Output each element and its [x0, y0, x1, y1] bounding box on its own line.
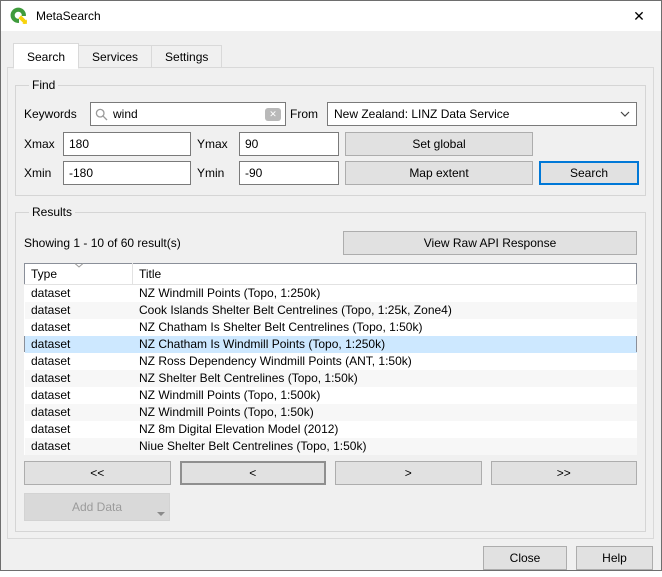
set-global-button[interactable]: Set global [345, 132, 533, 156]
xmax-value: 180 [69, 137, 89, 151]
map-extent-button[interactable]: Map extent [345, 161, 533, 185]
page-last-button[interactable]: >> [491, 461, 638, 485]
keywords-value[interactable]: wind [113, 107, 265, 121]
close-icon[interactable]: ✕ [617, 1, 661, 31]
ymin-value: -90 [245, 166, 262, 180]
qgis-logo-icon [10, 7, 28, 25]
view-raw-api-response-button[interactable]: View Raw API Response [343, 231, 637, 255]
ymax-field[interactable]: 90 [239, 132, 339, 156]
results-group-label: Results [29, 205, 75, 219]
cell-type[interactable]: dataset [25, 370, 133, 387]
table-row[interactable]: dataset NZ Windmill Points (Topo, 1:250k… [25, 285, 637, 302]
results-group: Results Showing 1 - 10 of 60 result(s) V… [15, 205, 646, 532]
metasearch-dialog: MetaSearch ✕ Search Services Settings Fi… [0, 0, 662, 571]
cell-title[interactable]: NZ Windmill Points (Topo, 1:500k) [133, 387, 637, 404]
from-label: From [290, 107, 318, 121]
cell-title[interactable]: NZ 8m Digital Elevation Model (2012) [133, 421, 637, 438]
search-icon [95, 108, 108, 121]
cell-type[interactable]: dataset [25, 285, 133, 302]
close-button[interactable]: Close [483, 546, 567, 570]
search-tab-page: Find Keywords wind ✕ From New Zealand: L… [7, 67, 654, 539]
chevron-down-icon [620, 111, 630, 117]
ymax-label: Ymax [197, 137, 233, 151]
xmin-field[interactable]: -180 [63, 161, 191, 185]
sort-indicator-icon [74, 263, 83, 268]
tabbar: Search Services Settings [14, 45, 661, 68]
page-next-button[interactable]: > [335, 461, 482, 485]
cell-type[interactable]: dataset [25, 404, 133, 421]
results-table: Type Title dataset NZ Windmill Points (T… [24, 263, 637, 455]
page-first-button[interactable]: << [24, 461, 171, 485]
table-row[interactable]: dataset NZ Shelter Belt Centrelines (Top… [25, 370, 637, 387]
column-label-title: Title [139, 267, 161, 281]
cell-title[interactable]: NZ Chatham Is Shelter Belt Centrelines (… [133, 319, 637, 336]
dialog-footer: Close Help [1, 539, 661, 577]
column-header-title[interactable]: Title [133, 264, 637, 285]
cell-type[interactable]: dataset [25, 387, 133, 404]
keywords-input[interactable]: wind ✕ [90, 102, 286, 126]
table-row[interactable]: dataset NZ Windmill Points (Topo, 1:50k) [25, 404, 637, 421]
ymin-field[interactable]: -90 [239, 161, 339, 185]
keywords-label: Keywords [24, 107, 90, 121]
from-select[interactable]: New Zealand: LINZ Data Service [327, 102, 637, 126]
tab-settings[interactable]: Settings [152, 45, 222, 68]
xmax-field[interactable]: 180 [63, 132, 191, 156]
cell-title[interactable]: NZ Windmill Points (Topo, 1:250k) [133, 285, 637, 302]
cell-title[interactable]: Cook Islands Shelter Belt Centrelines (T… [133, 302, 637, 319]
cell-title[interactable]: NZ Windmill Points (Topo, 1:50k) [133, 404, 637, 421]
window-title: MetaSearch [36, 9, 101, 23]
cell-title[interactable]: NZ Chatham Is Windmill Points (Topo, 1:2… [133, 336, 637, 353]
cell-type[interactable]: dataset [25, 302, 133, 319]
table-row[interactable]: dataset NZ Ross Dependency Windmill Poin… [25, 353, 637, 370]
cell-type[interactable]: dataset [25, 319, 133, 336]
cell-type[interactable]: dataset [25, 353, 133, 370]
cell-type[interactable]: dataset [25, 336, 133, 353]
find-group-label: Find [29, 78, 58, 92]
from-selected-value: New Zealand: LINZ Data Service [334, 107, 620, 121]
add-data-label: Add Data [72, 500, 122, 514]
cell-title[interactable]: NZ Shelter Belt Centrelines (Topo, 1:50k… [133, 370, 637, 387]
table-row[interactable]: dataset NZ Windmill Points (Topo, 1:500k… [25, 387, 637, 404]
cell-type[interactable]: dataset [25, 438, 133, 455]
dropdown-arrow-icon [157, 512, 165, 516]
add-data-button: Add Data [24, 493, 170, 521]
find-group: Find Keywords wind ✕ From New Zealand: L… [15, 78, 646, 196]
table-row[interactable]: dataset Niue Shelter Belt Centrelines (T… [25, 438, 637, 455]
table-row-selected[interactable]: dataset NZ Chatham Is Windmill Points (T… [25, 336, 637, 353]
tab-search[interactable]: Search [13, 43, 79, 69]
cell-title[interactable]: Niue Shelter Belt Centrelines (Topo, 1:5… [133, 438, 637, 455]
table-header-row: Type Title [25, 264, 637, 285]
clear-keywords-icon[interactable]: ✕ [265, 108, 281, 121]
column-header-type[interactable]: Type [25, 264, 133, 285]
titlebar: MetaSearch ✕ [1, 1, 661, 31]
xmax-label: Xmax [24, 137, 57, 151]
xmin-label: Xmin [24, 166, 57, 180]
column-label-type: Type [31, 267, 57, 281]
cell-title[interactable]: NZ Ross Dependency Windmill Points (ANT,… [133, 353, 637, 370]
table-row[interactable]: dataset NZ 8m Digital Elevation Model (2… [25, 421, 637, 438]
ymax-value: 90 [245, 137, 258, 151]
table-row[interactable]: dataset NZ Chatham Is Shelter Belt Centr… [25, 319, 637, 336]
xmin-value: -180 [69, 166, 93, 180]
search-button[interactable]: Search [539, 161, 639, 185]
page-prev-button[interactable]: < [180, 461, 327, 485]
ymin-label: Ymin [197, 166, 233, 180]
cell-type[interactable]: dataset [25, 421, 133, 438]
tab-services[interactable]: Services [79, 45, 152, 68]
results-status: Showing 1 - 10 of 60 result(s) [24, 236, 181, 250]
help-button[interactable]: Help [576, 546, 653, 570]
table-row[interactable]: dataset Cook Islands Shelter Belt Centre… [25, 302, 637, 319]
